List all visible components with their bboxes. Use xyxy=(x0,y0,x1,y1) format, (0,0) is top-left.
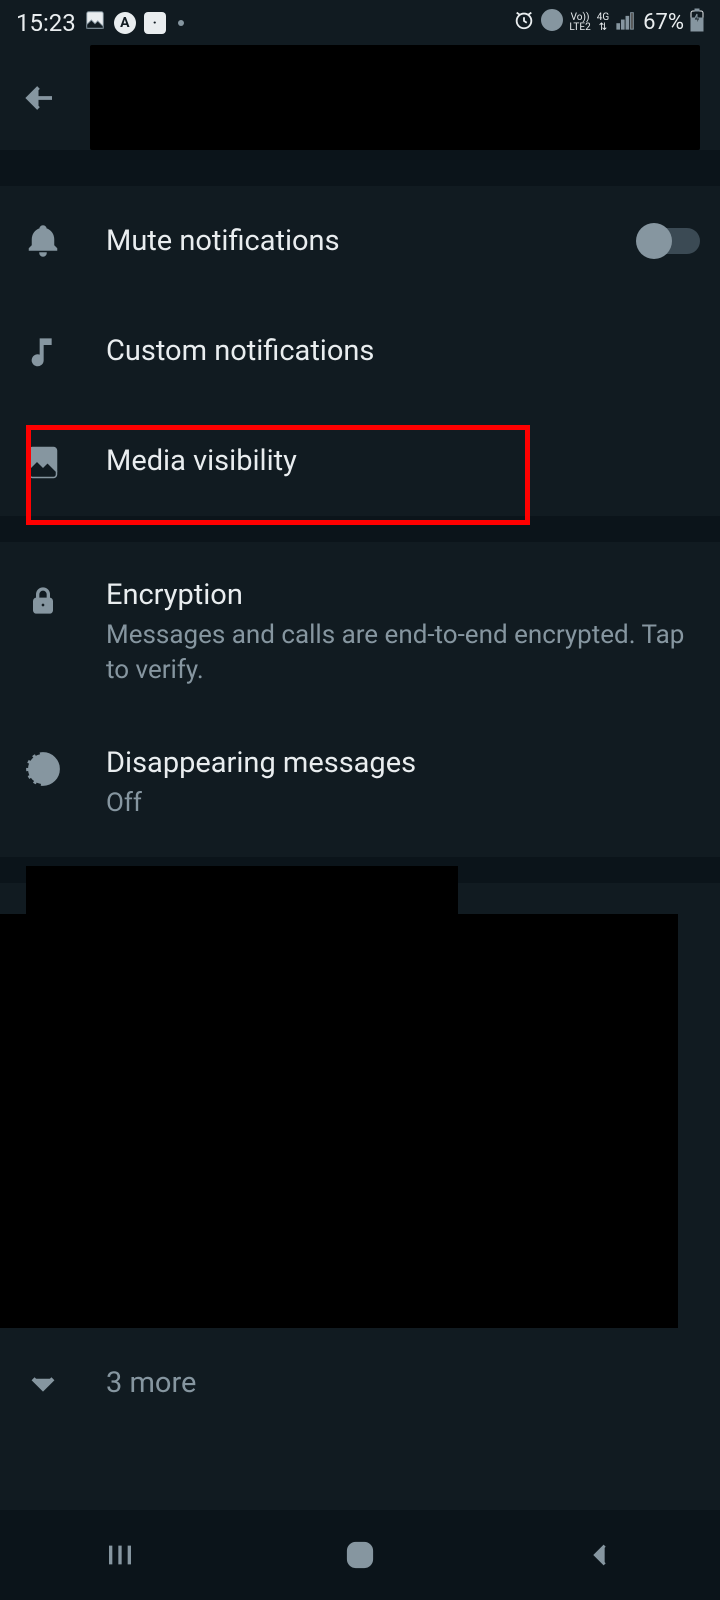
media-label: Media visibility xyxy=(106,444,700,478)
alarm-icon xyxy=(513,9,535,37)
bell-icon xyxy=(20,218,66,264)
disappearing-label: Disappearing messages xyxy=(106,746,700,780)
encryption-sub: Messages and calls are end-to-end encryp… xyxy=(106,618,700,688)
music-note-icon xyxy=(20,328,66,374)
hotspot-icon xyxy=(541,9,563,37)
app-header xyxy=(0,45,720,150)
disappearing-sub: Off xyxy=(106,786,700,821)
more-dot-icon xyxy=(178,20,184,26)
status-bar: 15:23 A · Vo))LTE2 4G⇅ 67% xyxy=(0,0,720,45)
battery-icon xyxy=(690,8,704,38)
back-button[interactable] xyxy=(20,78,60,118)
chevron-down-icon xyxy=(20,1360,66,1406)
timer-icon xyxy=(20,746,66,792)
app-icon-2: · xyxy=(144,12,166,34)
nav-back-button[interactable] xyxy=(550,1530,650,1580)
signal-icon xyxy=(615,9,637,37)
battery-text: 67% xyxy=(643,10,684,35)
custom-notifications-row[interactable]: Custom notifications xyxy=(0,296,720,406)
redacted-title xyxy=(90,45,700,150)
image-icon xyxy=(20,438,66,484)
lock-icon xyxy=(20,578,66,624)
clock: 15:23 xyxy=(16,9,76,37)
mute-toggle[interactable] xyxy=(640,228,700,254)
custom-label: Custom notifications xyxy=(106,334,700,368)
picture-icon xyxy=(84,9,106,37)
app-icon-1: A xyxy=(114,12,136,34)
mute-notifications-row[interactable]: Mute notifications xyxy=(0,186,720,296)
media-visibility-row[interactable]: Media visibility xyxy=(0,406,720,516)
home-button[interactable] xyxy=(310,1530,410,1580)
mute-label: Mute notifications xyxy=(106,224,600,258)
encryption-row[interactable]: Encryption Messages and calls are end-to… xyxy=(0,542,720,716)
more-label: 3 more xyxy=(106,1366,700,1400)
nav-bar xyxy=(0,1510,720,1600)
redacted-section-header xyxy=(26,866,458,914)
redacted-section-body xyxy=(0,914,678,1328)
recents-button[interactable] xyxy=(70,1530,170,1580)
data-icon: 4G⇅ xyxy=(597,13,609,33)
encryption-label: Encryption xyxy=(106,578,700,612)
volte-icon: Vo))LTE2 xyxy=(569,13,590,33)
disappearing-row[interactable]: Disappearing messages Off xyxy=(0,716,720,857)
more-row[interactable]: 3 more xyxy=(0,1328,720,1438)
